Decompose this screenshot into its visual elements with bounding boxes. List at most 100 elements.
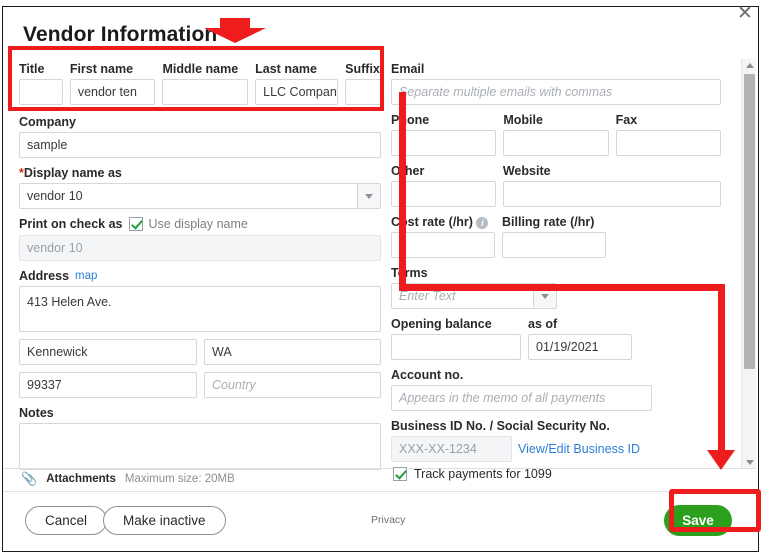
phone-label: Phone — [391, 113, 430, 127]
mobile-label: Mobile — [503, 113, 543, 127]
display-name-select[interactable]: vendor 10 — [19, 183, 381, 209]
print-on-check-group: Print on check as Use display name vendo… — [19, 216, 381, 261]
close-icon[interactable]: ✕ — [734, 3, 756, 25]
attachments-max-size: Maximum size: 20MB — [124, 473, 235, 485]
company-field-group: Company sample — [19, 114, 381, 158]
vertical-scrollbar[interactable] — [741, 59, 756, 469]
website-label: Website — [502, 164, 551, 178]
privacy-link[interactable]: Privacy — [371, 514, 405, 526]
fax-label: Fax — [615, 113, 638, 127]
page-title: Vendor Information — [23, 23, 218, 46]
title-input[interactable] — [19, 79, 63, 105]
first-name-input[interactable]: vendor ten — [69, 79, 156, 105]
paperclip-icon: 📎 — [21, 471, 38, 486]
email-group: Email Separate multiple emails with comm… — [391, 61, 721, 105]
address-street-input[interactable]: 413 Helen Ave. — [19, 286, 381, 332]
zip-country-row: 99337 Country — [19, 372, 381, 398]
use-display-name-checkbox[interactable] — [128, 217, 143, 231]
display-name-field-group: *Display name as vendor 10 — [19, 165, 381, 209]
middle-name-label: Middle name — [162, 62, 239, 76]
website-input[interactable] — [502, 181, 721, 207]
billing-rate-label: Billing rate (/hr) — [502, 215, 595, 229]
address-label: Address — [19, 269, 70, 283]
map-link[interactable]: map — [75, 270, 97, 282]
dialog-footer: Cancel Make inactive Privacy Save — [3, 492, 756, 551]
suffix-label: Suffix — [345, 62, 380, 76]
right-column: Email Separate multiple emails with comm… — [391, 61, 721, 469]
address-zip-input[interactable]: 99337 — [19, 372, 197, 398]
other-website-row: Other Website — [391, 163, 721, 207]
screenshot-root: ✕ Vendor Information Title First name ve… — [0, 0, 775, 557]
print-on-check-label: Print on check as — [19, 217, 123, 231]
left-column: Title First name vendor ten Middle name … — [19, 61, 381, 477]
vendor-information-dialog: ✕ Vendor Information Title First name ve… — [2, 3, 759, 552]
opening-balance-row: Opening balance as of 01/19/2021 — [391, 316, 721, 360]
account-no-label: Account no. — [391, 368, 464, 382]
middle-name-input[interactable] — [162, 79, 249, 105]
last-name-input[interactable]: LLC Company — [255, 79, 339, 105]
cancel-button[interactable]: Cancel — [25, 506, 108, 535]
save-button[interactable]: Save — [664, 505, 732, 536]
notes-input[interactable] — [19, 423, 381, 470]
notes-group: Notes — [19, 405, 381, 470]
make-inactive-button[interactable]: Make inactive — [103, 506, 226, 535]
middle-name-field-group: Middle name — [162, 61, 249, 105]
suffix-input[interactable] — [345, 79, 381, 105]
use-display-name-label: Use display name — [148, 217, 248, 231]
address-country-input[interactable]: Country — [204, 372, 381, 398]
business-id-input: XXX-XX-1234 — [391, 436, 512, 462]
email-label: Email — [391, 62, 425, 76]
attachments-row[interactable]: 📎 Attachments Maximum size: 20MB — [21, 468, 235, 490]
chevron-down-icon[interactable] — [533, 283, 557, 309]
terms-label: Terms — [391, 266, 428, 280]
scroll-up-arrow-icon[interactable] — [742, 59, 757, 72]
first-name-label: First name — [69, 62, 134, 76]
opening-balance-input[interactable] — [391, 334, 521, 360]
email-input[interactable]: Separate multiple emails with commas — [391, 79, 721, 105]
info-icon[interactable]: i — [476, 216, 489, 229]
title-field-group: Title — [19, 61, 63, 105]
mobile-input[interactable] — [503, 130, 609, 156]
name-row: Title First name vendor ten Middle name … — [19, 61, 381, 105]
notes-label: Notes — [19, 406, 54, 420]
phone-input[interactable] — [391, 130, 497, 156]
address-city-input[interactable]: Kennewick — [19, 339, 197, 365]
cost-rate-label-text: Cost rate (/hr) — [391, 215, 473, 229]
business-id-group: Business ID No. / Social Security No. XX… — [391, 418, 721, 462]
track-1099-row[interactable]: Track payments for 1099 — [393, 467, 552, 481]
address-state-input[interactable]: WA — [204, 339, 381, 365]
terms-select[interactable]: Enter Text — [391, 283, 557, 309]
phone-mobile-fax-row: Phone Mobile Fax — [391, 112, 721, 156]
address-group: Address map 413 Helen Ave. — [19, 268, 381, 332]
billing-rate-input[interactable] — [502, 232, 606, 258]
other-input[interactable] — [391, 181, 496, 207]
scrollbar-thumb[interactable] — [744, 74, 755, 369]
cost-rate-input[interactable] — [391, 232, 495, 258]
track-1099-checkbox[interactable] — [393, 467, 407, 481]
as-of-label: as of — [528, 317, 558, 331]
as-of-input[interactable]: 01/19/2021 — [528, 334, 632, 360]
account-no-input[interactable]: Appears in the memo of all payments — [391, 385, 652, 411]
title-label: Title — [19, 62, 45, 76]
cost-rate-label: Cost rate (/hr) i — [391, 214, 495, 230]
terms-input[interactable]: Enter Text — [391, 283, 533, 309]
other-label: Other — [391, 164, 425, 178]
account-no-group: Account no. Appears in the memo of all p… — [391, 367, 721, 411]
track-1099-label: Track payments for 1099 — [414, 467, 552, 481]
display-name-label-text: Display name as — [23, 166, 122, 180]
company-input[interactable]: sample — [19, 132, 381, 158]
suffix-field-group: Suffix — [345, 61, 381, 105]
chevron-down-icon[interactable] — [357, 183, 381, 209]
last-name-label: Last name — [255, 62, 317, 76]
business-id-label: Business ID No. / Social Security No. — [391, 419, 610, 433]
city-state-row: Kennewick WA — [19, 339, 381, 365]
fax-input[interactable] — [615, 130, 721, 156]
view-edit-business-id-link[interactable]: View/Edit Business ID — [518, 442, 640, 456]
rates-row: Cost rate (/hr) i Billing rate (/hr) — [391, 214, 721, 258]
attachments-label[interactable]: Attachments — [46, 473, 116, 485]
last-name-field-group: Last name LLC Company — [255, 61, 339, 105]
display-name-input[interactable]: vendor 10 — [19, 183, 357, 209]
first-name-field-group: First name vendor ten — [69, 61, 156, 105]
dialog-body: Title First name vendor ten Middle name … — [3, 55, 756, 470]
display-name-label: *Display name as — [19, 165, 381, 181]
